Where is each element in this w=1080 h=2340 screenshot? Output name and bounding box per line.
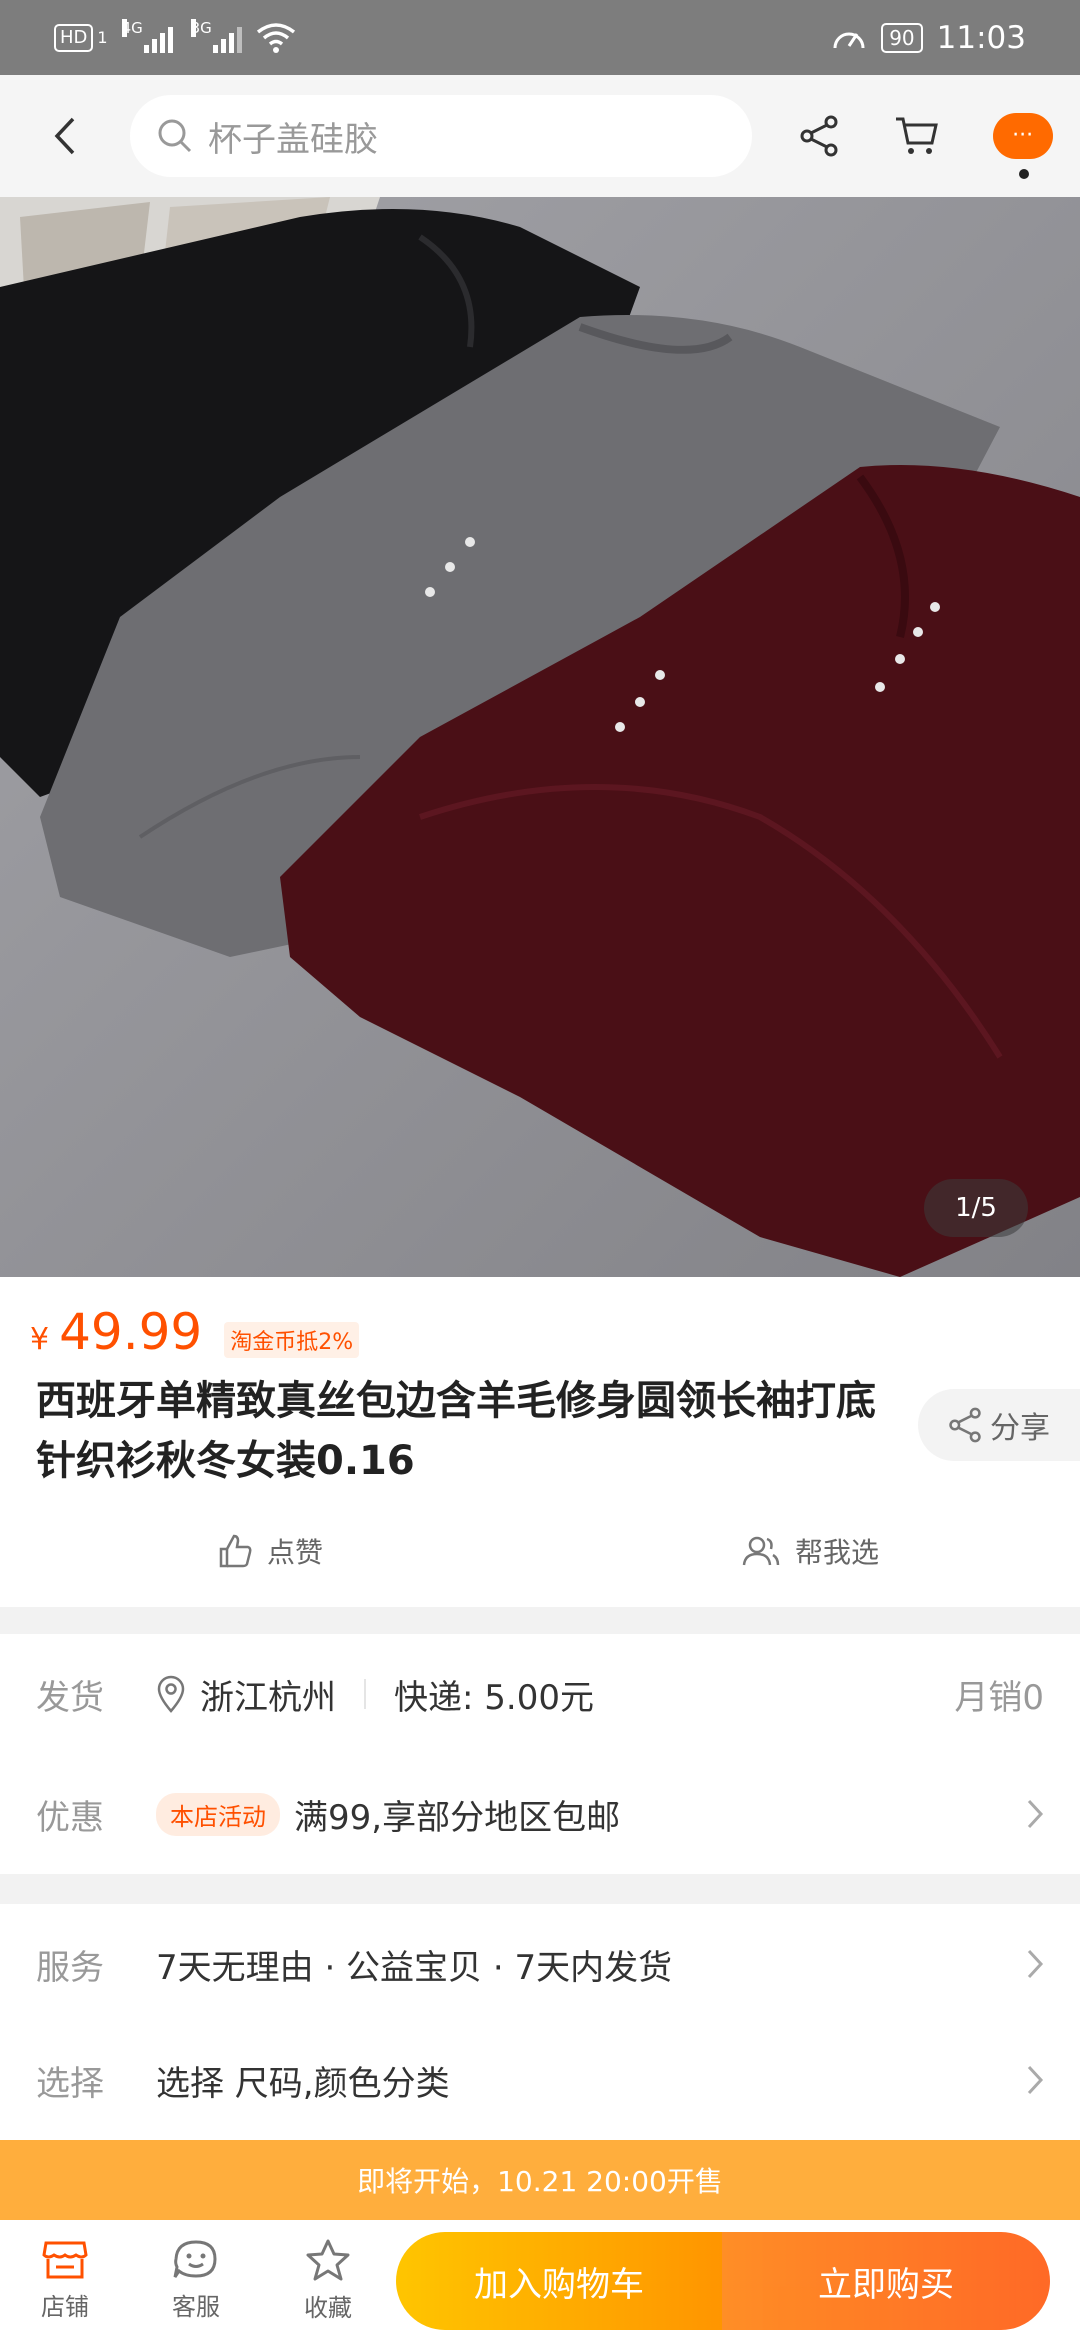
- signal-4g-icon: 4G: [121, 18, 173, 53]
- add-to-cart-button[interactable]: 加入购物车: [396, 2232, 722, 2330]
- thumbs-up-icon: [219, 1534, 252, 1568]
- customer-service-label: 客服: [172, 2292, 220, 2321]
- more-menu-icon[interactable]: ···: [992, 113, 1053, 179]
- share-icon[interactable]: [799, 115, 839, 157]
- shop-label: 店铺: [41, 2292, 89, 2321]
- product-detail-page: HD 1 4G 3G 90 11:03 杯子盖硅胶 ··· 1/5 ¥ 49.9…: [0, 0, 1080, 2340]
- hd-indicator: HD: [54, 23, 94, 52]
- signal-3g-icon: 3G: [190, 18, 242, 53]
- selection-label: 选择: [36, 2063, 104, 2104]
- shop-button[interactable]: 店铺: [0, 2220, 130, 2340]
- share-icon: [949, 1407, 981, 1443]
- purchase-buttons: 加入购物车 立即购买: [396, 2232, 1050, 2330]
- status-left: HD 1 4G 3G: [54, 18, 296, 54]
- service-text: 7天无理由 · 公益宝贝 · 7天内发货: [156, 1947, 673, 1988]
- delivery-label: 发货: [36, 1677, 104, 1718]
- product-photo: [0, 197, 1080, 1277]
- service-label: 服务: [36, 1947, 104, 1988]
- bottom-action-bar: 店铺 客服 收藏 加入购物车 立即购买: [0, 2220, 1080, 2340]
- like-label: 点赞: [266, 1536, 323, 1569]
- share-label: 分享: [990, 1411, 1050, 1446]
- store-activity-tag: 本店活动: [156, 1792, 280, 1836]
- divider: [364, 1679, 366, 1709]
- product-image[interactable]: 1/5: [0, 197, 1080, 1277]
- speedometer-icon: [833, 32, 865, 48]
- delivery-content: 浙江杭州 快递: 5.00元: [156, 1670, 594, 1719]
- search-placeholder: 杯子盖硅胶: [208, 119, 378, 160]
- price-row: ¥ 49.99 淘金币抵2%: [30, 1303, 360, 1361]
- like-button[interactable]: 点赞: [0, 1521, 540, 1581]
- delivery-location: 浙江杭州: [200, 1677, 336, 1718]
- currency-symbol: ¥: [30, 1322, 50, 1357]
- favorite-button[interactable]: 收藏: [262, 2220, 394, 2340]
- monthly-sales: 月销0: [954, 1677, 1044, 1718]
- shipping-fee: 快递: 5.00元: [394, 1677, 594, 1718]
- store-icon: [42, 2241, 88, 2278]
- promotion-content: 本店活动 满99,享部分地区包邮: [156, 1790, 620, 1839]
- chevron-right-icon: [1027, 2065, 1044, 2095]
- sale-start-banner: 即将开始，10.21 20:00开售: [0, 2140, 1080, 2220]
- promotion-label: 优惠: [36, 1797, 104, 1838]
- coin-discount-tag: 淘金币抵2%: [224, 1322, 360, 1358]
- service-content: 7天无理由 · 公益宝贝 · 7天内发货: [156, 1940, 672, 1989]
- star-icon: [306, 2239, 350, 2280]
- buy-now-button[interactable]: 立即购买: [722, 2232, 1050, 2330]
- product-info-card: ¥ 49.99 淘金币抵2% 西班牙单精致真丝包边含羊毛修身圆领长袖打底针织衫秋…: [0, 1277, 1080, 1607]
- wifi-icon: [256, 22, 295, 53]
- delivery-row: 发货 浙江杭州 快递: 5.00元 月销0: [0, 1634, 1080, 1754]
- chat-face-icon: [173, 2239, 217, 2278]
- share-button[interactable]: 分享: [918, 1389, 1080, 1461]
- clock: 11:03: [936, 19, 1026, 56]
- location-pin-icon: [157, 1675, 185, 1713]
- product-title: 西班牙单精致真丝包边含羊毛修身圆领长袖打底针织衫秋冬女装0.16: [36, 1378, 876, 1484]
- selection-content: 选择 尺码,颜色分类: [156, 2056, 450, 2105]
- help-choose-label: 帮我选: [794, 1536, 879, 1569]
- network-type-4g: 4G: [121, 18, 143, 37]
- social-actions: 点赞 帮我选: [0, 1521, 1080, 1581]
- top-nav: 杯子盖硅胶 ···: [0, 75, 1080, 197]
- service-row[interactable]: 服务 7天无理由 · 公益宝贝 · 7天内发货: [0, 1904, 1080, 2024]
- chevron-right-icon: [1027, 1799, 1044, 1829]
- selection-text: 选择 尺码,颜色分类: [156, 2063, 450, 2104]
- search-input[interactable]: 杯子盖硅胶: [130, 95, 752, 177]
- people-icon: [742, 1536, 780, 1566]
- back-button[interactable]: [0, 75, 130, 197]
- nav-icons: ···: [752, 113, 1080, 179]
- network-type-3g: 3G: [190, 18, 212, 37]
- sim-number: 1: [97, 28, 108, 47]
- battery-indicator: 90: [881, 22, 923, 53]
- search-icon: [158, 119, 192, 153]
- price: 49.99: [59, 1303, 203, 1361]
- chevron-right-icon: [1027, 1949, 1044, 1979]
- status-bar: HD 1 4G 3G 90 11:03: [0, 0, 1080, 75]
- promotion-text: 满99,享部分地区包邮: [294, 1797, 621, 1838]
- customer-service-button[interactable]: 客服: [130, 2220, 262, 2340]
- image-counter: 1/5: [924, 1179, 1028, 1237]
- help-choose-button[interactable]: 帮我选: [540, 1521, 1080, 1581]
- selection-row[interactable]: 选择 选择 尺码,颜色分类: [0, 2020, 1080, 2140]
- status-right: 90 11:03: [831, 20, 1026, 56]
- service-card: 服务 7天无理由 · 公益宝贝 · 7天内发货 选择 选择 尺码,颜色分类: [0, 1904, 1080, 2140]
- promotion-row[interactable]: 优惠 本店活动 满99,享部分地区包邮: [0, 1754, 1080, 1874]
- delivery-card: 发货 浙江杭州 快递: 5.00元 月销0 优惠 本店活动 满99,享部分地区包…: [0, 1634, 1080, 1874]
- cart-icon[interactable]: [894, 115, 938, 157]
- chevron-left-icon: [54, 117, 75, 155]
- favorite-label: 收藏: [304, 2293, 352, 2322]
